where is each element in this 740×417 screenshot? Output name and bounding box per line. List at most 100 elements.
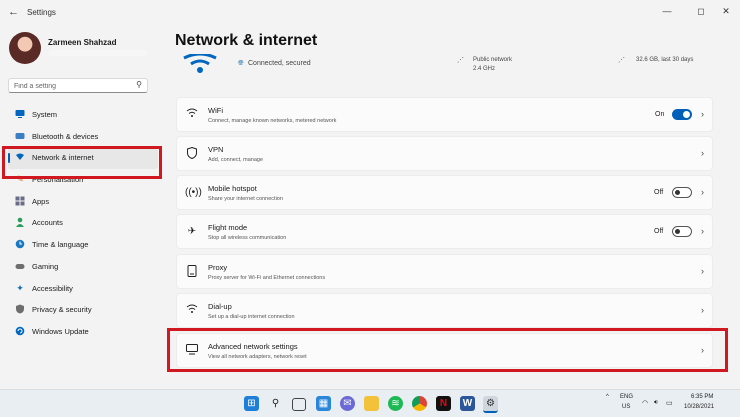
- sidebar-item-label: Accounts: [32, 218, 63, 228]
- card-title: VPN: [208, 145, 224, 154]
- update-icon: [15, 326, 25, 336]
- chevron-right-icon: ›: [701, 305, 704, 315]
- page-title: Network & internet: [175, 32, 318, 49]
- highlight-box-advanced: [167, 328, 728, 372]
- card-subtitle: Connect, manage known networks, metered …: [208, 118, 337, 124]
- card-title: Proxy: [208, 263, 228, 272]
- data-usage-icon[interactable]: ⋰: [618, 56, 625, 64]
- card-wifi[interactable]: WiFi Connect, manage known networks, met…: [176, 97, 713, 132]
- chrome-icon[interactable]: [412, 396, 427, 411]
- chevron-right-icon: ›: [701, 109, 704, 119]
- tray-time[interactable]: 6:35 PM: [691, 394, 713, 400]
- gamepad-icon: [15, 261, 25, 271]
- card-mobile-hotspot[interactable]: ((•)) Mobile hotspot Share your internet…: [176, 175, 713, 210]
- sidebar-item-windows-update[interactable]: Windows Update: [8, 321, 158, 343]
- search-box[interactable]: ⚲: [8, 78, 148, 93]
- sidebar-item-accounts[interactable]: Accounts: [8, 212, 158, 234]
- dialup-icon: [185, 304, 199, 318]
- card-subtitle: Proxy server for Wi-Fi and Ethernet conn…: [208, 275, 326, 281]
- card-vpn[interactable]: VPN Add, connect, manage ›: [176, 136, 713, 171]
- chevron-right-icon: ›: [701, 266, 704, 276]
- widgets-icon[interactable]: ▦: [316, 396, 331, 411]
- card-title: Dial-up: [208, 302, 232, 311]
- card-dial-up[interactable]: Dial-up Set up a dial-up internet connec…: [176, 293, 713, 328]
- hotspot-state-label: Off: [654, 189, 664, 196]
- sidebar-item-time-language[interactable]: Time & language: [8, 234, 158, 256]
- sidebar-item-system[interactable]: System: [8, 104, 158, 126]
- data-usage: 32.6 GB, last 30 days: [636, 57, 694, 63]
- tray-region[interactable]: US: [622, 404, 630, 410]
- task-view-icon[interactable]: [292, 398, 306, 411]
- windows-start-icon[interactable]: ⊞: [244, 396, 259, 411]
- search-icon[interactable]: ⚲: [268, 396, 283, 411]
- card-flight-mode[interactable]: ✈︎ Flight mode Stop all wireless communi…: [176, 214, 713, 249]
- card-subtitle: Stop all wireless communication: [208, 235, 287, 241]
- tray-date[interactable]: 10/28/2021: [684, 404, 714, 410]
- proxy-icon: [185, 265, 199, 279]
- chevron-right-icon: ›: [701, 187, 704, 197]
- network-band: 2.4 GHz: [473, 66, 496, 72]
- card-title: Flight mode: [208, 223, 248, 232]
- avatar[interactable]: [9, 32, 41, 64]
- card-subtitle: Add, connect, manage: [208, 157, 264, 163]
- sidebar-item-label: Windows Update: [32, 326, 89, 336]
- wifi-icon[interactable]: ◠: [642, 399, 648, 407]
- sidebar-item-label: Time & language: [32, 240, 89, 250]
- sidebar-item-privacy[interactable]: Privacy & security: [8, 299, 158, 321]
- vpn-shield-icon: [185, 146, 199, 161]
- search-icon[interactable]: ⚲: [136, 80, 142, 89]
- airplane-icon: ✈︎: [187, 226, 197, 237]
- bluetooth-icon: [15, 131, 25, 141]
- file-explorer-icon[interactable]: [364, 396, 379, 411]
- card-title: Mobile hotspot: [208, 184, 257, 193]
- card-subtitle: Share your internet connection: [208, 196, 283, 202]
- apps-icon: [15, 196, 25, 206]
- person-icon: [15, 217, 25, 228]
- close-button[interactable]: ✕: [713, 3, 739, 19]
- netflix-icon[interactable]: N: [436, 396, 451, 411]
- sidebar-item-label: System: [32, 110, 58, 119]
- chat-icon[interactable]: ✉︎: [340, 396, 355, 411]
- back-arrow-icon[interactable]: ←: [8, 6, 19, 18]
- accessibility-icon: ✦: [16, 282, 24, 293]
- wifi-toggle[interactable]: [672, 109, 692, 120]
- sidebar-nav: System Bluetooth & devices Network & int…: [8, 104, 158, 343]
- sidebar-item-label: Gaming: [32, 261, 59, 271]
- settings-icon[interactable]: ⚙︎: [483, 396, 498, 413]
- sidebar-item-accessibility[interactable]: ✦ Accessibility: [8, 278, 158, 300]
- battery-icon[interactable]: ▭: [666, 399, 673, 407]
- maximize-button[interactable]: ◻: [688, 3, 714, 19]
- volume-icon[interactable]: 🔉︎: [654, 399, 658, 407]
- sidebar-item-gaming[interactable]: Gaming: [8, 256, 158, 278]
- network-type: Public network: [473, 57, 513, 63]
- search-input[interactable]: [14, 81, 129, 91]
- sidebar-item-apps[interactable]: Apps: [8, 191, 158, 213]
- hotspot-toggle[interactable]: [672, 187, 692, 198]
- minimize-button[interactable]: —: [654, 3, 680, 19]
- app-title: Settings: [27, 8, 56, 17]
- sidebar-item-bluetooth[interactable]: Bluetooth & devices: [8, 126, 158, 148]
- connection-status: Connected, secured: [248, 60, 311, 67]
- title-bar: ← Settings — ◻ ✕: [0, 0, 740, 26]
- wifi-icon: [185, 108, 199, 122]
- sidebar-item-label: Privacy & security: [32, 305, 92, 315]
- card-proxy[interactable]: Proxy Proxy server for Wi-Fi and Etherne…: [176, 254, 713, 289]
- spotify-icon[interactable]: ≋: [388, 396, 403, 411]
- highlight-box-nav: [2, 146, 162, 179]
- chevron-right-icon: ›: [701, 226, 704, 236]
- monitor-icon: [15, 109, 25, 119]
- sidebar-item-label: Bluetooth & devices: [32, 131, 99, 141]
- tray-chevron-icon[interactable]: ^: [606, 394, 609, 400]
- taskbar: ⊞ ⚲ ▦ ✉︎ ≋ N W ⚙︎ ^ ENG US ◠ 🔉︎ ▭ 6:35 P…: [0, 389, 740, 417]
- word-icon[interactable]: W: [460, 396, 475, 411]
- profile-name: Zarmeen Shahzad: [48, 38, 117, 47]
- wifi-state-label: On: [655, 111, 665, 118]
- wifi-icon: [182, 52, 218, 74]
- sidebar-item-label: Accessibility: [32, 283, 73, 293]
- card-title: WiFi: [208, 106, 223, 115]
- network-properties-icon[interactable]: ⋰: [457, 56, 464, 64]
- profile-email-redacted: [48, 50, 148, 56]
- flight-mode-toggle[interactable]: [672, 226, 692, 237]
- globe-icon: 🌐︎: [238, 60, 244, 67]
- tray-language[interactable]: ENG: [620, 394, 633, 400]
